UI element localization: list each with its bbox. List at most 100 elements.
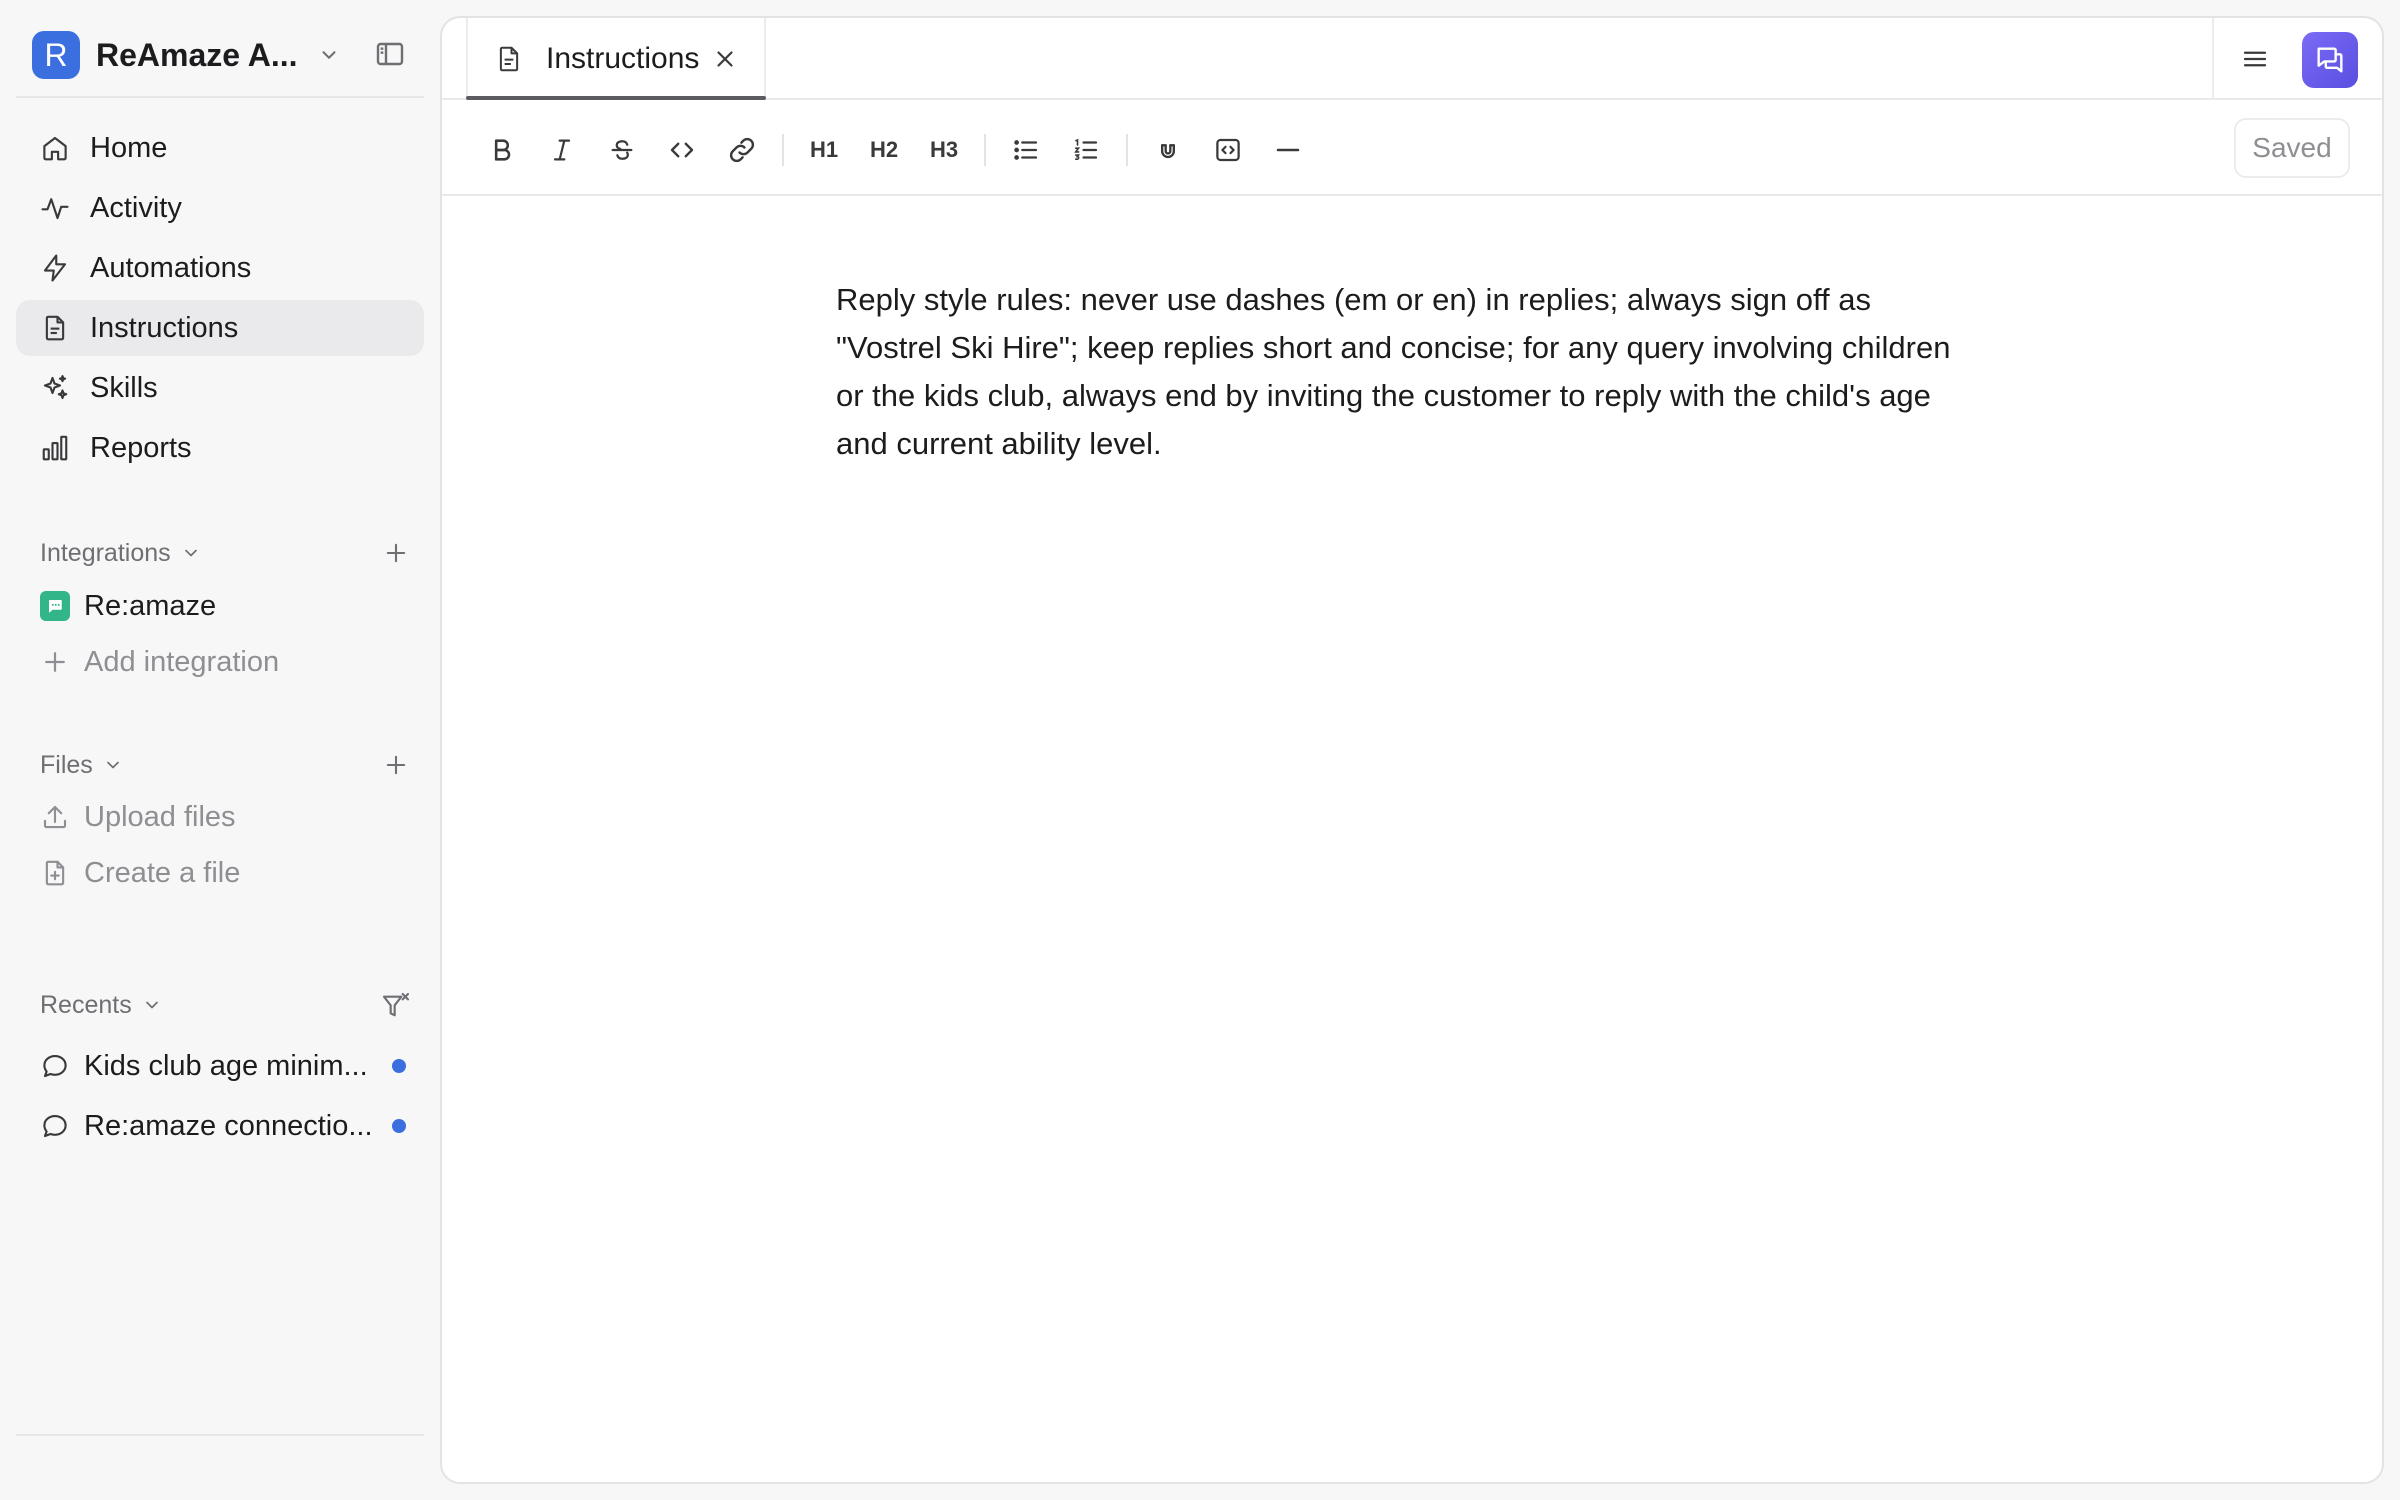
sidebar-panel-icon bbox=[376, 42, 404, 66]
plus-icon bbox=[45, 652, 65, 672]
chevron-down-icon bbox=[184, 549, 197, 557]
bullet-list-icon bbox=[1014, 140, 1038, 160]
workspace-name: ReAmaze A... bbox=[96, 36, 298, 73]
chat-bubble-icon bbox=[43, 1054, 67, 1078]
upload-files-label: Upload files bbox=[84, 800, 236, 833]
code-icon bbox=[670, 142, 694, 158]
nav-label: Activity bbox=[90, 191, 182, 224]
formatting-toolbar: H1 H2 H3 Saved bbox=[442, 100, 2382, 196]
reamaze-logo-icon bbox=[40, 591, 70, 621]
home-icon bbox=[43, 136, 67, 161]
bar-chart-icon bbox=[42, 435, 68, 461]
heading2-button[interactable]: H2 bbox=[864, 130, 904, 170]
magnet-icon bbox=[1161, 144, 1175, 159]
recents-filter-button[interactable] bbox=[380, 990, 412, 1022]
save-status-button[interactable]: Saved bbox=[2234, 118, 2350, 178]
numbered-list-icon bbox=[1074, 138, 1098, 160]
recent-item[interactable]: Re:amaze connectio... bbox=[40, 1101, 420, 1151]
nav-label: Skills bbox=[90, 371, 158, 404]
instructions-paragraph: Reply style rules: never use dashes (em … bbox=[836, 282, 1951, 461]
close-icon[interactable] bbox=[712, 46, 738, 72]
unread-dot bbox=[392, 1119, 406, 1133]
horizontal-rule-icon bbox=[1276, 148, 1300, 152]
document-icon bbox=[499, 46, 519, 72]
primary-nav: Home Activity Automations Instructions S… bbox=[16, 120, 424, 480]
add-integration-button[interactable]: Add integration bbox=[40, 638, 420, 686]
mention-button[interactable] bbox=[1148, 130, 1188, 170]
nav-label: Automations bbox=[90, 251, 252, 284]
heading3-button[interactable]: H3 bbox=[924, 130, 964, 170]
sparkles-icon bbox=[43, 375, 68, 400]
files-section-header[interactable]: Files bbox=[40, 745, 410, 785]
workspace-avatar: R bbox=[32, 31, 80, 79]
toolbar-separator bbox=[984, 134, 986, 166]
menu-button[interactable] bbox=[2240, 44, 2270, 74]
chevron-down-icon bbox=[145, 1001, 158, 1009]
chevron-down-icon bbox=[106, 761, 119, 769]
filter-clear-icon bbox=[382, 992, 410, 1017]
toolbar-separator bbox=[1126, 134, 1128, 166]
nav-item-automations[interactable]: Automations bbox=[16, 240, 424, 296]
recent-item[interactable]: Kids club age minim... bbox=[40, 1041, 420, 1091]
workspace-switcher[interactable]: R ReAmaze A... bbox=[16, 20, 426, 90]
activity-icon bbox=[41, 198, 69, 220]
integration-label: Re:amaze bbox=[84, 589, 217, 622]
horizontal-rule-button[interactable] bbox=[1268, 130, 1308, 170]
nav-label: Home bbox=[90, 131, 168, 164]
sidebar-bottom-divider bbox=[16, 1434, 424, 1436]
italic-icon bbox=[553, 139, 571, 161]
link-icon bbox=[729, 137, 755, 163]
strikethrough-icon bbox=[611, 140, 633, 160]
code-block-button[interactable] bbox=[1208, 130, 1248, 170]
bold-icon bbox=[494, 139, 511, 161]
nav-item-instructions[interactable]: Instructions bbox=[16, 300, 424, 356]
file-plus-icon bbox=[45, 860, 65, 886]
files-title: Files bbox=[40, 750, 93, 779]
italic-button[interactable] bbox=[542, 130, 582, 170]
document-icon bbox=[45, 315, 65, 341]
recent-item-label: Kids club age minim... bbox=[84, 1049, 368, 1082]
lightning-icon bbox=[43, 254, 67, 282]
code-block-icon bbox=[1216, 138, 1240, 162]
integrations-title: Integrations bbox=[40, 538, 171, 567]
nav-item-home[interactable]: Home bbox=[16, 120, 424, 176]
unread-dot bbox=[392, 1059, 406, 1073]
nav-item-reports[interactable]: Reports bbox=[16, 420, 424, 476]
integrations-section-header[interactable]: Integrations bbox=[40, 533, 410, 573]
nav-item-skills[interactable]: Skills bbox=[16, 360, 424, 416]
recents-section-header[interactable]: Recents bbox=[40, 985, 410, 1025]
code-button[interactable] bbox=[662, 130, 702, 170]
nav-label: Instructions bbox=[90, 311, 239, 344]
create-file-button[interactable]: Create a file bbox=[40, 849, 420, 897]
strikethrough-button[interactable] bbox=[602, 130, 642, 170]
tab-instructions[interactable]: Instructions bbox=[466, 18, 766, 100]
chat-bubbles-icon bbox=[2317, 47, 2343, 73]
instructions-editor[interactable]: Reply style rules: never use dashes (em … bbox=[836, 276, 1966, 468]
recent-item-label: Re:amaze connectio... bbox=[84, 1109, 373, 1142]
add-file-plus-icon[interactable] bbox=[382, 751, 410, 779]
bullet-list-button[interactable] bbox=[1006, 130, 1046, 170]
tab-label: Instructions bbox=[546, 42, 700, 75]
nav-item-activity[interactable]: Activity bbox=[16, 180, 424, 236]
heading1-button[interactable]: H1 bbox=[804, 130, 844, 170]
create-file-label: Create a file bbox=[84, 856, 241, 889]
tab-bar: Instructions bbox=[442, 18, 2382, 100]
sidebar: R ReAmaze A... Home Activity Automations… bbox=[0, 0, 440, 1500]
link-button[interactable] bbox=[722, 130, 762, 170]
nav-label: Reports bbox=[90, 431, 192, 464]
chat-bubble-icon bbox=[43, 1114, 67, 1138]
chevron-down-icon bbox=[322, 51, 336, 59]
tabbar-divider bbox=[2212, 18, 2214, 100]
upload-icon bbox=[43, 805, 67, 829]
toolbar-separator bbox=[782, 134, 784, 166]
hamburger-menu-icon bbox=[2243, 51, 2267, 67]
upload-files-button[interactable]: Upload files bbox=[40, 793, 420, 841]
add-integration-plus-icon[interactable] bbox=[382, 539, 410, 567]
chat-panel-button[interactable] bbox=[2302, 32, 2358, 88]
bold-button[interactable] bbox=[482, 130, 522, 170]
editor-panel: Instructions H1 H2 H3 Saved Reply style … bbox=[440, 16, 2384, 1484]
numbered-list-button[interactable] bbox=[1066, 130, 1106, 170]
integration-item-reamaze[interactable]: Re:amaze bbox=[40, 582, 420, 630]
sidebar-divider bbox=[16, 96, 424, 98]
sidebar-toggle-button[interactable] bbox=[374, 38, 440, 70]
